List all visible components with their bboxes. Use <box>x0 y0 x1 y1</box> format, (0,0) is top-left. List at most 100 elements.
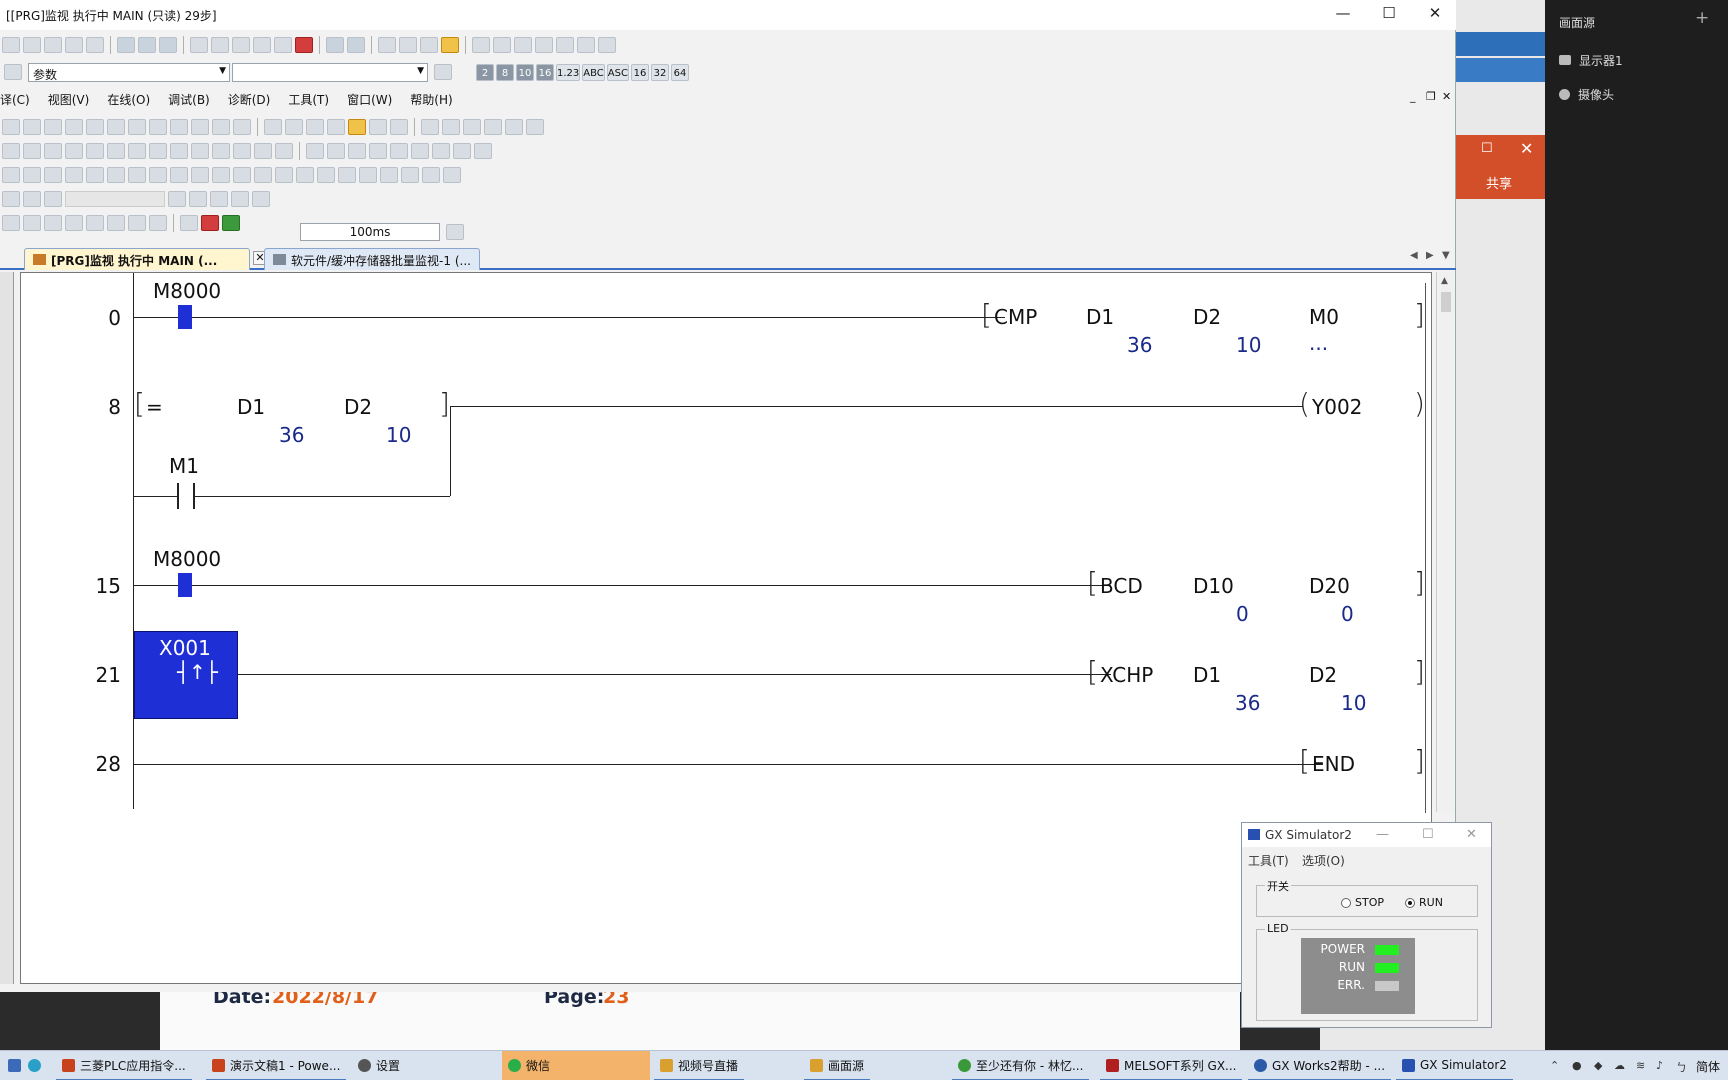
cross-2-icon[interactable] <box>189 191 207 207</box>
fb-3-icon[interactable] <box>44 167 62 183</box>
sheet-icon[interactable] <box>327 143 345 159</box>
vertical-scrollbar[interactable]: ▲ <box>1436 272 1454 812</box>
fb-5-icon[interactable] <box>86 167 104 183</box>
fb-15-icon[interactable] <box>296 167 314 183</box>
add-source-icon[interactable]: + <box>1695 8 1709 28</box>
mdi-close-icon[interactable]: ✕ <box>1442 90 1451 103</box>
pos-contact-icon[interactable] <box>2 143 20 159</box>
stop-radio[interactable]: STOP <box>1341 896 1384 909</box>
rising-edge-icon[interactable] <box>170 119 188 135</box>
scroll-thumb[interactable] <box>1441 292 1451 312</box>
cross-ref-icon[interactable] <box>420 37 438 53</box>
binoculars-icon[interactable] <box>4 64 22 80</box>
item-combo[interactable]: ▼ <box>232 63 428 82</box>
interval-apply-icon[interactable] <box>446 224 464 240</box>
run-radio[interactable]: RUN <box>1405 896 1443 909</box>
table-icon[interactable] <box>252 191 270 207</box>
shield-icon[interactable]: ◆ <box>1594 1059 1602 1072</box>
vline-icon[interactable] <box>149 119 167 135</box>
fb-22-icon[interactable] <box>443 167 461 183</box>
read-plc-icon[interactable] <box>190 37 208 53</box>
remote-icon[interactable] <box>253 37 271 53</box>
fb-8-icon[interactable] <box>149 167 167 183</box>
source-item-camera[interactable]: 摄像头 <box>1559 84 1614 104</box>
dev-icon[interactable] <box>326 37 344 53</box>
open-contact-icon[interactable] <box>2 119 20 135</box>
convert-icon[interactable] <box>264 119 282 135</box>
list-icon[interactable] <box>421 119 439 135</box>
chart-icon[interactable] <box>598 37 616 53</box>
tray-chevron-icon[interactable]: ⌃ <box>1550 1059 1559 1072</box>
coil-icon[interactable] <box>86 119 104 135</box>
block-icon[interactable] <box>128 143 146 159</box>
monitor-mode-icon[interactable] <box>441 37 459 53</box>
sim-start-icon[interactable] <box>180 215 198 231</box>
fb-10-icon[interactable] <box>191 167 209 183</box>
dev-write-icon[interactable] <box>347 37 365 53</box>
mdi-restore-icon[interactable]: ❐ <box>1426 90 1436 103</box>
list-4-icon[interactable] <box>484 119 502 135</box>
close-button[interactable]: ✕ <box>1420 4 1450 26</box>
sim-1-icon[interactable] <box>2 215 20 231</box>
sheet-5-icon[interactable] <box>411 143 429 159</box>
search-icon[interactable] <box>390 119 408 135</box>
list-3-icon[interactable] <box>463 119 481 135</box>
contact-x001-rising-selected[interactable]: X001 ┤↑├ <box>134 631 238 719</box>
device-icon[interactable] <box>117 37 135 53</box>
menu-window[interactable]: 窗口(W) <box>338 91 401 108</box>
fb-4-icon[interactable] <box>65 167 83 183</box>
format-real-button[interactable]: 1.23 <box>556 64 581 81</box>
contact-m8000-on[interactable] <box>178 305 192 329</box>
sheet-2-icon[interactable] <box>348 143 366 159</box>
zoom-in-2-icon[interactable] <box>254 143 272 159</box>
hline-icon[interactable] <box>128 119 146 135</box>
sim-warning-icon[interactable] <box>222 215 240 231</box>
taskbar-item-sources[interactable]: 画面源 <box>804 1051 871 1080</box>
maximize-button[interactable]: ☐ <box>1374 4 1404 26</box>
fb-6-icon[interactable] <box>107 167 125 183</box>
node-icon[interactable] <box>107 143 125 159</box>
tab-main-program[interactable]: [PRG]监视 执行中 MAIN (... ✕ <box>24 248 267 270</box>
pos-parallel-icon[interactable] <box>44 143 62 159</box>
taskbar-item-music[interactable]: 至少还有你 - 林忆... <box>952 1051 1090 1080</box>
fb-16-icon[interactable] <box>317 167 335 183</box>
compare-icon[interactable] <box>149 143 167 159</box>
sim-run-icon[interactable] <box>201 215 219 231</box>
fb-13-icon[interactable] <box>254 167 272 183</box>
taskbar-item-melsoft[interactable]: MELSOFT系列 GX... <box>1100 1051 1243 1080</box>
chart-2-icon[interactable] <box>526 119 544 135</box>
fb-14-icon[interactable] <box>275 167 293 183</box>
ime-mode-icon[interactable]: ㄅ <box>1676 1059 1687 1075</box>
minimize-icon[interactable]: — <box>1376 827 1389 842</box>
share-button[interactable]: 共享 <box>1486 173 1512 192</box>
undo-2-icon[interactable] <box>306 143 324 159</box>
microphone-icon[interactable]: ● <box>1572 1059 1582 1072</box>
fb-21-icon[interactable] <box>422 167 440 183</box>
zoom-out-icon[interactable] <box>556 37 574 53</box>
cross-icon[interactable] <box>168 191 186 207</box>
cloud-icon[interactable]: ☁ <box>1614 1059 1625 1072</box>
fb-12-icon[interactable] <box>233 167 251 183</box>
source-item-display[interactable]: 显示器1 <box>1559 50 1623 70</box>
param-combo[interactable]: 参数 ▼ <box>28 63 230 82</box>
sim-8-icon[interactable] <box>149 215 167 231</box>
stop-monitor-icon[interactable] <box>295 37 313 53</box>
zoom-in-icon[interactable] <box>535 37 553 53</box>
close-icon[interactable]: ✕ <box>1520 139 1533 158</box>
simulator-menu-options[interactable]: 选项(O) <box>1302 852 1345 869</box>
taskbar-item-video-live[interactable]: 视频号直播 <box>654 1051 745 1080</box>
tab-scroll-right-icon[interactable]: ▶ <box>1426 250 1434 261</box>
monitor-write-icon[interactable] <box>369 119 387 135</box>
ime-indicator[interactable]: 简体 <box>1696 1058 1720 1075</box>
cut-icon[interactable] <box>2 191 20 207</box>
menu-debug[interactable]: 调试(B) <box>159 91 219 108</box>
new-data-icon[interactable] <box>434 64 452 80</box>
save-icon[interactable] <box>44 37 62 53</box>
line-icon[interactable] <box>86 143 104 159</box>
sim-2-icon[interactable] <box>23 215 41 231</box>
verify-icon[interactable] <box>232 37 250 53</box>
fb-2-icon[interactable] <box>23 167 41 183</box>
taskbar-item-gx-simulator[interactable]: GX Simulator2 <box>1396 1051 1513 1080</box>
invert-icon[interactable] <box>233 119 251 135</box>
fb-17-icon[interactable] <box>338 167 356 183</box>
